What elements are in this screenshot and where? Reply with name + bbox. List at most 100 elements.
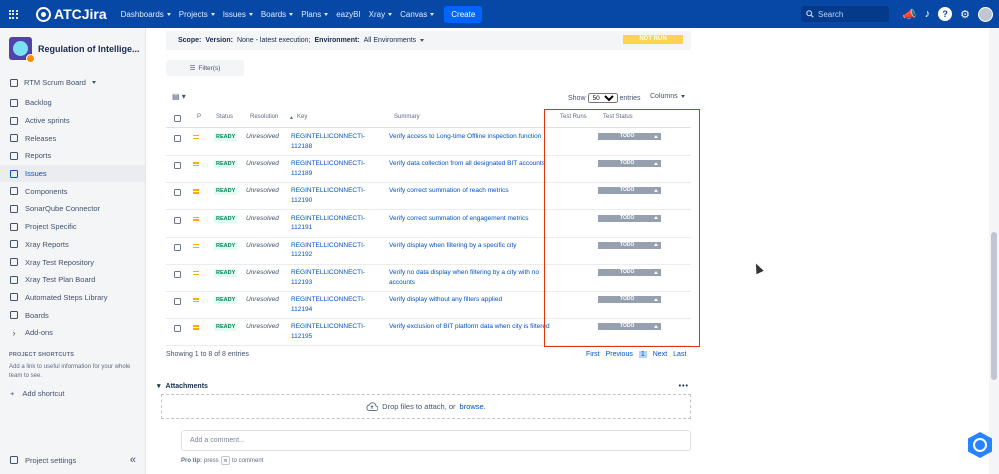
sidebar-item-addons[interactable]: › Add-ons [0, 324, 145, 342]
issue-summary-link[interactable]: Verify exclusion of BIT platform data wh… [389, 322, 554, 332]
last-page-link[interactable]: Last [673, 351, 686, 358]
search-input[interactable] [818, 9, 882, 19]
row-checkbox[interactable] [174, 271, 181, 278]
row-checkbox[interactable] [174, 298, 181, 306]
select-all-checkbox[interactable] [174, 115, 181, 122]
xray-icon [10, 258, 18, 267]
sidebar-item-releases[interactable]: Releases [0, 129, 145, 147]
sidebar-item-xray-test-plan-board[interactable]: Xray Test Plan Board [0, 271, 145, 289]
entries-select[interactable]: 50 [587, 93, 618, 103]
project-header[interactable]: Regulation of Intellige... [0, 28, 145, 63]
issue-key-link[interactable]: REGINTELLICONNECTI-112192 [291, 241, 376, 260]
columns-button[interactable]: Columns [650, 93, 685, 100]
issue-key-link[interactable]: REGINTELLICONNECTI-112193 [291, 268, 376, 287]
mouse-cursor-icon [752, 261, 764, 275]
row-checkbox[interactable] [174, 135, 181, 142]
page-scrollbar[interactable] [989, 28, 999, 474]
add-comment-field[interactable]: Add a comment... [181, 430, 691, 451]
nav-menu: Dashboards Projects Issues Boards Plans eazyB… [117, 0, 439, 28]
col-summary[interactable]: Summary [394, 114, 420, 120]
sidebar-item-backlog[interactable]: Backlog [0, 94, 145, 112]
entries-label: entries [619, 94, 641, 102]
board-selector[interactable]: RTM Scrum Board [10, 78, 145, 87]
collapse-chevron-icon[interactable]: ▾ [157, 382, 161, 390]
issue-key-link[interactable]: REGINTELLICONNECTI-112190 [291, 186, 376, 205]
issue-summary-link[interactable]: Verify correct summation of reach metric… [389, 186, 554, 196]
issue-summary-link[interactable]: Verify no data display when filtering by… [389, 268, 554, 287]
sidebar-item-xray-test-repository[interactable]: Xray Test Repository [0, 253, 145, 271]
issue-key-link[interactable]: REGINTELLICONNECTI-112188 [291, 132, 376, 151]
environment-value[interactable]: All Environments [364, 37, 417, 44]
issues-icon [10, 169, 18, 178]
search-box[interactable] [801, 6, 889, 22]
app-switcher-button[interactable] [0, 0, 26, 28]
view-options-icon[interactable]: ▤ ▾ [172, 92, 186, 101]
row-checkbox[interactable] [174, 243, 181, 251]
nav-xray[interactable]: Xray [365, 0, 396, 28]
nav-dashboards[interactable]: Dashboards [117, 0, 175, 28]
current-page[interactable]: 1 [638, 351, 647, 358]
sidebar-item-issues[interactable]: Issues [0, 164, 145, 183]
row-checkbox[interactable] [174, 189, 181, 197]
project-settings-link[interactable]: Project settings « [10, 454, 136, 466]
sidebar-item-project-specific[interactable]: Project Specific [0, 218, 145, 236]
row-checkbox[interactable] [174, 162, 181, 170]
nav-projects[interactable]: Projects [175, 0, 219, 28]
issue-key-link[interactable]: REGINTELLICONNECTI-112189 [291, 159, 376, 178]
col-test-runs[interactable]: Test Runs [560, 114, 587, 120]
resolution-value: Unresolved [246, 214, 279, 222]
sidebar-item-reports[interactable]: Reports [0, 147, 145, 165]
nav-plans[interactable]: Plans [297, 0, 332, 28]
jira-logo[interactable]: ATCJira [36, 6, 107, 22]
priority-medium-icon [193, 325, 199, 331]
attachment-dropzone[interactable]: Drop files to attach, or browse. [161, 394, 691, 419]
sidebar-item-boards[interactable]: Boards [0, 306, 145, 324]
environment-label: Environment: [314, 37, 360, 44]
attachments-title: Attachments [165, 382, 208, 390]
more-actions-icon[interactable]: ••• [679, 383, 689, 390]
issue-summary-link[interactable]: Verify display without any filters appli… [389, 295, 554, 305]
sidebar-item-automated-steps-library[interactable]: Automated Steps Library [0, 289, 145, 307]
create-button[interactable]: Create [444, 5, 483, 23]
add-shortcut-link[interactable]: + Add shortcut [10, 389, 145, 398]
next-page-link[interactable]: Next [653, 351, 667, 358]
issue-key-link[interactable]: REGINTELLICONNECTI-112191 [291, 214, 376, 233]
chevron-down-icon[interactable] [420, 39, 425, 42]
notifications-megaphone-icon[interactable]: 📣 [903, 8, 917, 21]
col-resolution[interactable]: Resolution [250, 114, 278, 120]
issue-key-link[interactable]: REGINTELLICONNECTI-112194 [291, 295, 376, 314]
issue-key-link[interactable]: REGINTELLICONNECTI-112195 [291, 322, 376, 341]
issue-summary-link[interactable]: Verify data collection from all designat… [389, 159, 554, 169]
col-status[interactable]: Status [216, 114, 233, 120]
sidebar-item-components[interactable]: Components [0, 182, 145, 200]
pagination: First Previous 1 Next Last [586, 351, 686, 358]
scrollbar-thumb[interactable] [991, 232, 997, 380]
issue-summary-link[interactable]: Verify correct summation of engagement m… [389, 214, 554, 224]
issue-summary-link[interactable]: Verify access to Long-time Offline inspe… [389, 132, 554, 142]
issue-summary-link[interactable]: Verify display when filtering by a speci… [389, 241, 554, 251]
row-checkbox[interactable] [174, 216, 181, 224]
help-icon[interactable]: ? [938, 7, 953, 21]
sound-icon[interactable]: ♪ [925, 8, 931, 20]
col-key[interactable]: Key [297, 114, 307, 120]
nav-issues[interactable]: Issues [219, 0, 257, 28]
nav-canvas[interactable]: Canvas [396, 0, 438, 28]
row-checkbox[interactable] [174, 325, 181, 333]
settings-gear-icon[interactable]: ⚙ [960, 8, 970, 21]
component-icon [10, 187, 18, 196]
table-controls: ▤ ▾ Show 50 entries Columns [172, 91, 688, 103]
test-status-badge: TODO [598, 269, 661, 276]
sidebar-item-active-sprints[interactable]: Active sprints [0, 112, 145, 130]
sidebar-item-sonarqube-connector[interactable]: SonarQube Connector [0, 200, 145, 218]
nav-eazybi[interactable]: eazyBI [332, 0, 364, 28]
user-avatar[interactable] [978, 6, 993, 22]
collapse-sidebar-icon[interactable]: « [130, 454, 136, 466]
filter-button[interactable]: ☰ Filter(s) [166, 60, 244, 76]
col-test-status[interactable]: Test Status [603, 114, 633, 120]
first-page-link[interactable]: First [586, 351, 600, 358]
browse-link[interactable]: browse. [460, 402, 486, 411]
col-priority[interactable]: P [197, 114, 201, 120]
previous-page-link[interactable]: Previous [606, 351, 633, 358]
nav-boards[interactable]: Boards [257, 0, 297, 28]
sidebar-item-xray-reports[interactable]: Xray Reports [0, 236, 145, 254]
